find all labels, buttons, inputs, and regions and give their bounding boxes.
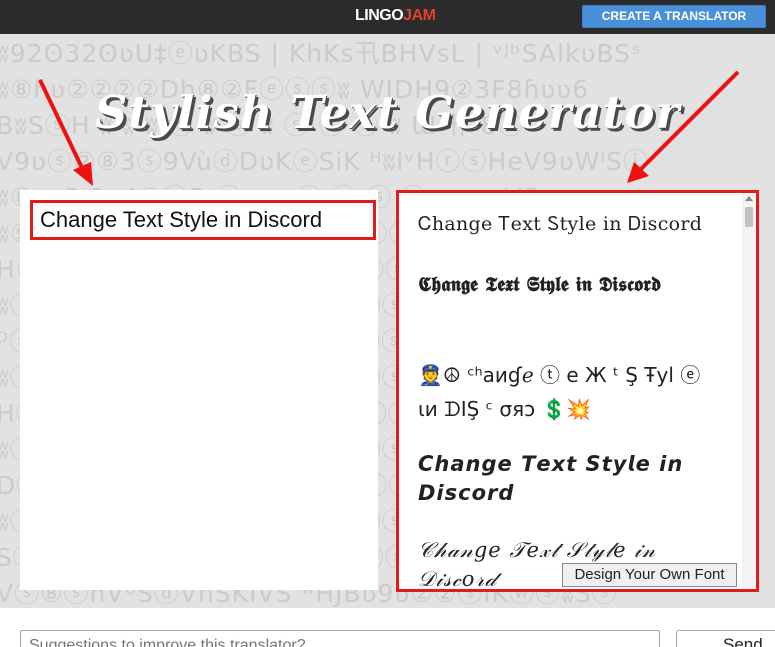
- input-text-value[interactable]: Change Text Style in Discord: [30, 200, 376, 240]
- pattern-row: ʬ92ʘ32ʘʋU‡ⓔʋKBS | KhKs卂BHVsL | ᵛᴶᵇSAlkʋB…: [0, 39, 642, 68]
- scrollbar-thumb[interactable]: [745, 207, 753, 227]
- logo-jam: JAM: [403, 7, 436, 24]
- output-style-4[interactable]: 𝘾𝙝𝙖𝙣𝙜𝙚 𝙏𝙚𝙭𝙩 𝙎𝙩𝙮𝙡𝙚 𝙞𝙣 𝘿𝙞𝙨𝙘𝙤𝙧𝙙: [418, 449, 718, 507]
- output-panel[interactable]: Ꮯhange Ꭲext Ꮪtyle in Ꭰiscord 𝕮𝖍𝖆𝖓𝖌𝖊 𝕿𝖊𝖝𝖙…: [396, 190, 759, 592]
- output-style-1[interactable]: Ꮯhange Ꭲext Ꮪtyle in Ꭰiscord: [418, 213, 718, 235]
- logo-lingo: LINGO: [355, 7, 404, 24]
- output-style-2[interactable]: 𝕮𝖍𝖆𝖓𝖌𝖊 𝕿𝖊𝖝𝖙 𝕾𝖙𝖞𝖑𝖊 𝖎𝖓 𝕯𝖎𝖘𝖈𝖔𝖗𝖉: [418, 270, 718, 299]
- send-button[interactable]: Send: [676, 630, 775, 647]
- input-textarea[interactable]: Change Text Style in Discord: [20, 190, 378, 590]
- lingojam-logo[interactable]: LINGOJAM: [355, 7, 436, 25]
- scroll-up-arrow-icon[interactable]: [745, 196, 753, 201]
- top-nav-bar: LINGOJAM CREATE A TRANSLATOR: [0, 0, 775, 34]
- page-title: Stylish Text Generator: [94, 86, 681, 139]
- create-translator-button[interactable]: CREATE A TRANSLATOR: [582, 5, 766, 28]
- output-style-3[interactable]: 👮☮ ᶜʰaͷɠℯ ⓣ е Ж ᵗ Ş Ŧyl ⓔ ιи ᗪIŞ ᶜ σяↄ 💲…: [418, 358, 718, 426]
- pattern-row: V9ʋⓢ②⑧3ⓢ9VùⓓDʋKⓔSiK ᴴʬlᵛHⓡⓢHeV9ʋWᴵSⓘ: [0, 147, 649, 176]
- design-own-font-button[interactable]: Design Your Own Font: [562, 563, 737, 587]
- suggestion-input[interactable]: [20, 630, 660, 647]
- output-scrollbar[interactable]: [742, 193, 756, 589]
